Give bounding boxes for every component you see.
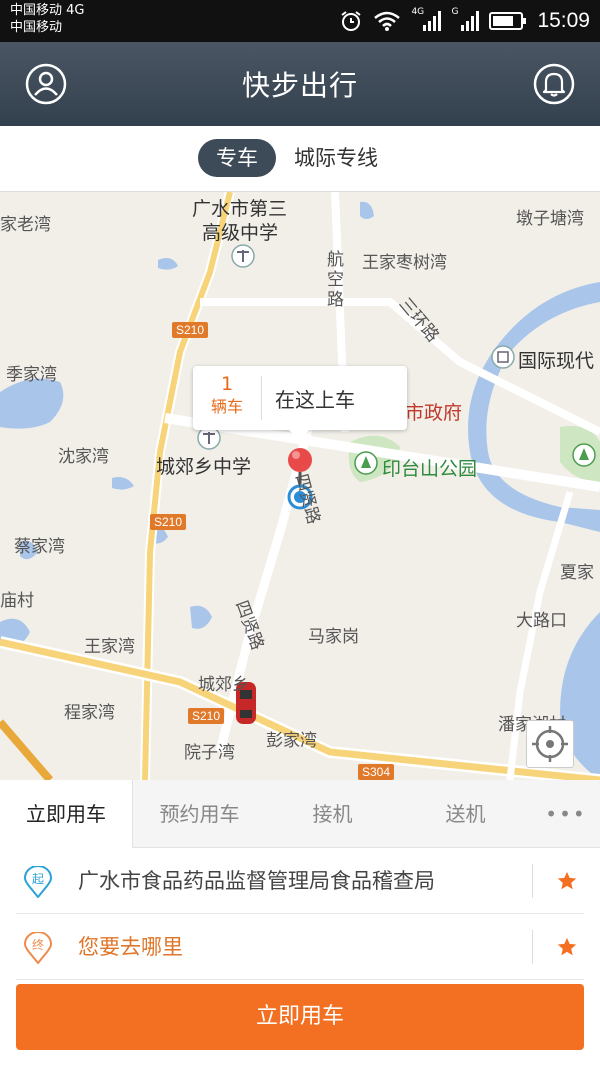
alarm-icon	[341, 11, 362, 31]
star-icon[interactable]	[556, 870, 578, 892]
map-view[interactable]: 家老湾 广水市第三 高级中学 墩子塘湾 航空路 王家枣树湾 三环路 国际现代 季…	[0, 192, 600, 780]
map-label: 庙村	[0, 591, 34, 611]
car-count-unit: 辆车	[210, 397, 243, 416]
map-label: 广水市第三	[192, 198, 288, 220]
tab-instant-ride[interactable]: 立即用车	[0, 780, 133, 848]
destination-input[interactable]: 您要去哪里	[78, 914, 183, 980]
destination-icon-label: 终	[32, 937, 44, 952]
road-tag: S210	[150, 514, 187, 530]
destination-pin-icon: 终	[24, 932, 52, 964]
destination-row[interactable]: 终 您要去哪里	[16, 914, 584, 980]
pickup-here-label: 在这上车	[275, 388, 355, 412]
signal-bars-icon	[461, 11, 480, 31]
map-label: 墩子塘湾	[516, 209, 584, 229]
map-label: 彭家湾	[266, 731, 317, 751]
battery-icon	[489, 12, 527, 30]
signal-bars-icon	[423, 11, 442, 31]
bell-icon[interactable]	[532, 62, 576, 106]
tab-airport-dropoff[interactable]: 送机	[399, 780, 532, 848]
tab-intercity[interactable]: 城际专线	[276, 139, 396, 177]
map-label: 高级中学	[202, 222, 279, 244]
carrier-line-1: 中国移动 4G	[10, 3, 85, 18]
car-count-number: 1	[220, 373, 234, 395]
origin-pin-icon: 起	[24, 866, 52, 898]
pickup-bubble[interactable]: 1 辆车 在这上车	[193, 366, 407, 440]
map-label: 季家湾	[6, 365, 57, 385]
road-tag: S210	[188, 708, 225, 724]
map-label: 王家枣树湾	[362, 253, 447, 273]
signal-2: G	[451, 7, 480, 33]
road-tag: S210	[172, 322, 209, 338]
divider	[261, 376, 262, 420]
tab-airport-pickup[interactable]: 接机	[266, 780, 399, 848]
status-icons: 4G G 15:09	[339, 6, 590, 36]
map-label: 市政府	[405, 402, 463, 424]
app-header: 快步出行	[0, 42, 600, 126]
origin-icon-label: 起	[32, 872, 44, 886]
map-label: 大路口	[516, 611, 567, 631]
map-label: 王家湾	[84, 637, 135, 657]
map-label: 蔡家湾	[14, 537, 65, 557]
map-label: 城郊乡中学	[156, 456, 252, 478]
map-label: 沈家湾	[58, 447, 109, 467]
star-icon[interactable]	[556, 936, 578, 958]
status-bar: 中国移动 4G 中国移动 4G G 15:09	[0, 0, 600, 42]
more-tabs-button[interactable]: •••	[532, 780, 600, 848]
road-tag: S304	[358, 764, 395, 780]
service-tabs: 立即用车 预约用车 接机 送机 •••	[0, 780, 600, 848]
carrier-info: 中国移动 4G 中国移动	[10, 2, 84, 36]
map-label: 夏家	[560, 563, 594, 583]
map-label: 航空路	[327, 250, 344, 310]
carrier-line-2: 中国移动	[10, 20, 63, 35]
divider	[532, 864, 533, 898]
tab-scheduled-ride[interactable]: 预约用车	[133, 780, 266, 848]
origin-row[interactable]: 起 广水市食品药品监督管理局食品稽查局	[16, 848, 584, 914]
clock: 15:09	[537, 9, 590, 32]
crosshair-icon	[532, 726, 568, 762]
page-title: 快步出行	[241, 69, 358, 102]
map-label: 马家岗	[308, 627, 359, 647]
signal-1: 4G	[411, 7, 442, 33]
map-label: 印台山公园	[382, 458, 478, 480]
nearby-car-count: 1 辆车	[193, 372, 261, 418]
mode-tabs: 专车 城际专线	[0, 126, 600, 192]
map-label: 院子湾	[184, 743, 235, 763]
tab-private-car[interactable]: 专车	[198, 139, 276, 177]
map-label: 国际现代	[518, 350, 595, 372]
divider	[532, 930, 533, 964]
map-label: 家老湾	[0, 215, 51, 235]
origin-address[interactable]: 广水市食品药品监督管理局食品稽查局	[78, 848, 435, 914]
map-label: 城郊乡	[198, 675, 249, 695]
call-car-button[interactable]: 立即用车	[16, 984, 584, 1050]
map-label: 程家湾	[64, 703, 115, 723]
locate-button[interactable]	[526, 720, 574, 768]
wifi-icon	[374, 11, 401, 31]
